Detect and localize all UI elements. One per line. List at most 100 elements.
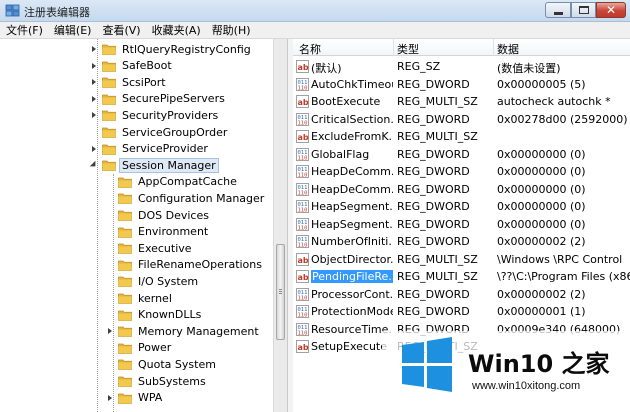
tree-item[interactable]: kernel — [105, 290, 174, 306]
tree-item-label: RtlQueryRegistryConfig — [122, 42, 251, 56]
key-tree-pane: RtlQueryRegistryConfig SafeBoot ScsiPort Se… — [0, 39, 288, 412]
value-data: autocheck autochk * — [497, 95, 611, 108]
tree-item[interactable]: KnownDLLs — [105, 307, 203, 323]
expand-arrow-icon[interactable] — [89, 94, 98, 103]
expand-arrow-icon[interactable] — [89, 45, 98, 54]
value-name: HeapSegment... — [311, 200, 393, 213]
value-type: REG_DWORD — [397, 112, 470, 126]
value-type: REG_DWORD — [397, 200, 470, 213]
value-row[interactable]: ab PendingFileRe... REG_MULTI_SZ \??\C:\Pro… — [293, 268, 630, 285]
tree-item[interactable]: SecurityProviders — [89, 107, 220, 123]
tree-item[interactable]: Executive — [105, 240, 194, 256]
value-row[interactable]: 011110AutoChkTimeout REG_DWORD 0x00000005 … — [293, 76, 630, 93]
value-data: 0x00000000 (0) — [497, 147, 586, 161]
value-name: ProcessorCont... — [311, 287, 393, 301]
tree-item-label: ScsiPort — [122, 75, 166, 89]
svg-text:110: 110 — [298, 208, 308, 214]
window-title: 注册表编辑器 — [24, 6, 90, 19]
tree-item[interactable]: SecurePipeServers — [89, 91, 227, 107]
tree-item[interactable]: FileRenameOperations — [105, 257, 264, 273]
tree-item[interactable]: Configuration Manager — [105, 190, 266, 206]
tree-item[interactable]: DOS Devices — [105, 207, 211, 223]
value-row[interactable]: 011 110 CriticalSection... REG_DWORD 0x00278… — [293, 111, 630, 128]
value-row[interactable]: 011 110 HeapSegment... REG_DWORD 0x00000000 … — [293, 216, 630, 233]
tree-item[interactable]: ScsiPort — [89, 74, 168, 90]
tree-item-label: Environment — [138, 225, 209, 239]
value-name: ObjectDirector... — [311, 252, 393, 266]
tree-item[interactable]: Environment — [105, 224, 210, 240]
value-row[interactable]: 011 110 HeapDeComm... REG_DWORD 0x00000000 (… — [293, 181, 630, 198]
svg-text:110: 110 — [298, 85, 308, 91]
value-data: 0x00000000 (0) — [497, 165, 586, 178]
menu-view[interactable]: 查看(V) — [102, 22, 140, 38]
folder-icon — [118, 293, 132, 304]
binary-value-icon: 011110 — [296, 112, 309, 126]
tree-item[interactable]: Quota System — [105, 356, 218, 372]
expand-arrow-icon[interactable] — [89, 111, 98, 120]
folder-icon — [118, 310, 132, 321]
value-row[interactable]: 011 110 GlobalFlag REG_DWORD 0x00000000 (0) — [293, 146, 630, 163]
tree-item[interactable]: WPA — [105, 390, 164, 406]
value-row[interactable]: 011 110 HeapSegment... REG_DWORD 0x00000000 … — [293, 198, 630, 215]
tree-item-label: AppCompatCache — [138, 175, 237, 189]
tree-item[interactable]: AppCompatCache — [105, 174, 239, 190]
tree-item[interactable]: SubSystems — [105, 373, 208, 389]
menu-bar: 文件(F) 编辑(E) 查看(V) 收藏夹(A) 帮助(H) — [0, 22, 630, 39]
expand-arrow-icon[interactable] — [105, 393, 114, 402]
value-name: BootExecute — [311, 95, 381, 108]
column-header-name[interactable]: 名称 — [299, 41, 321, 57]
value-row[interactable]: ab ObjectDirector... REG_MULTI_SZ \Windows … — [293, 251, 630, 268]
expand-arrow-icon[interactable] — [89, 144, 98, 153]
tree-item[interactable]: ServiceGroupOrder — [89, 124, 229, 140]
minimize-button[interactable] — [545, 2, 571, 18]
value-row[interactable]: 011 110 HeapDeComm... REG_DWORD 0x00000000 (… — [293, 163, 630, 180]
value-row[interactable]: 011 110 NumberOfIniti... REG_DWORD 0x0000000… — [293, 233, 630, 250]
value-name: ResourceTime... — [311, 322, 393, 336]
column-header-data[interactable]: 数据 — [497, 41, 519, 57]
tree-item[interactable]: ServiceProvider — [89, 141, 210, 157]
value-data: 0x00000002 (2) — [497, 287, 586, 301]
tree-item[interactable]: Memory Management — [105, 323, 261, 339]
value-row[interactable]: 011 110 ProtectionMode REG_DWORD 0x00000001 … — [293, 303, 630, 320]
tree-item-label: FileRenameOperations — [138, 258, 262, 272]
tree-item[interactable]: RtlQueryRegistryConfig — [89, 41, 253, 57]
expand-arrow-icon[interactable] — [89, 61, 98, 70]
close-button[interactable]: ✕ — [596, 2, 626, 18]
tree-scrollbar-thumb[interactable] — [276, 244, 285, 340]
value-data: \Windows \RPC Control — [497, 252, 623, 266]
value-type: REG_DWORD — [397, 77, 470, 91]
tree-item[interactable]: SafeBoot — [89, 58, 174, 74]
tree-vertical-scrollbar[interactable] — [273, 39, 287, 412]
value-row[interactable]: ab (默认) REG_SZ (数值未设置) — [293, 58, 630, 75]
folder-icon — [102, 44, 116, 55]
value-row[interactable]: ab ExcludeFromK... REG_MULTI_SZ — [293, 128, 630, 145]
tree-item-label: ServiceProvider — [122, 142, 208, 156]
tree-item-label: Power — [138, 341, 172, 355]
column-header-type[interactable]: 类型 — [397, 41, 419, 57]
value-row[interactable]: 011 110 ProcessorCont... REG_DWORD 0x0000000… — [293, 286, 630, 303]
tree-item[interactable]: Power — [105, 340, 173, 356]
tree-item[interactable]: Session Manager — [89, 157, 219, 173]
menu-favorites[interactable]: 收藏夹(A) — [152, 22, 201, 38]
menu-edit[interactable]: 编辑(E) — [54, 22, 92, 38]
tree-item-label: SubSystems — [138, 374, 206, 388]
svg-text:ab: ab — [298, 256, 309, 265]
value-row[interactable]: ab BootExecute REG_MULTI_SZ autocheck autoc… — [293, 93, 630, 110]
value-type: REG_DWORD — [397, 165, 470, 178]
expand-arrow-icon[interactable] — [105, 327, 114, 336]
binary-value-icon: 011110 — [296, 287, 309, 301]
expand-arrow-icon[interactable] — [89, 78, 98, 87]
tree-item-label: SecurityProviders — [122, 108, 219, 122]
menu-help[interactable]: 帮助(H) — [212, 22, 251, 38]
maximize-button[interactable] — [571, 2, 596, 18]
collapse-arrow-icon[interactable] — [89, 160, 98, 170]
title-bar: 注册表编辑器 ✕ — [0, 0, 630, 22]
value-data: 0x00000000 (0) — [497, 200, 586, 213]
list-header: 名称 类型 数据 — [293, 39, 630, 56]
folder-icon — [118, 343, 132, 354]
menu-file[interactable]: 文件(F) — [6, 22, 43, 38]
tree-item[interactable]: I/O System — [105, 273, 200, 289]
